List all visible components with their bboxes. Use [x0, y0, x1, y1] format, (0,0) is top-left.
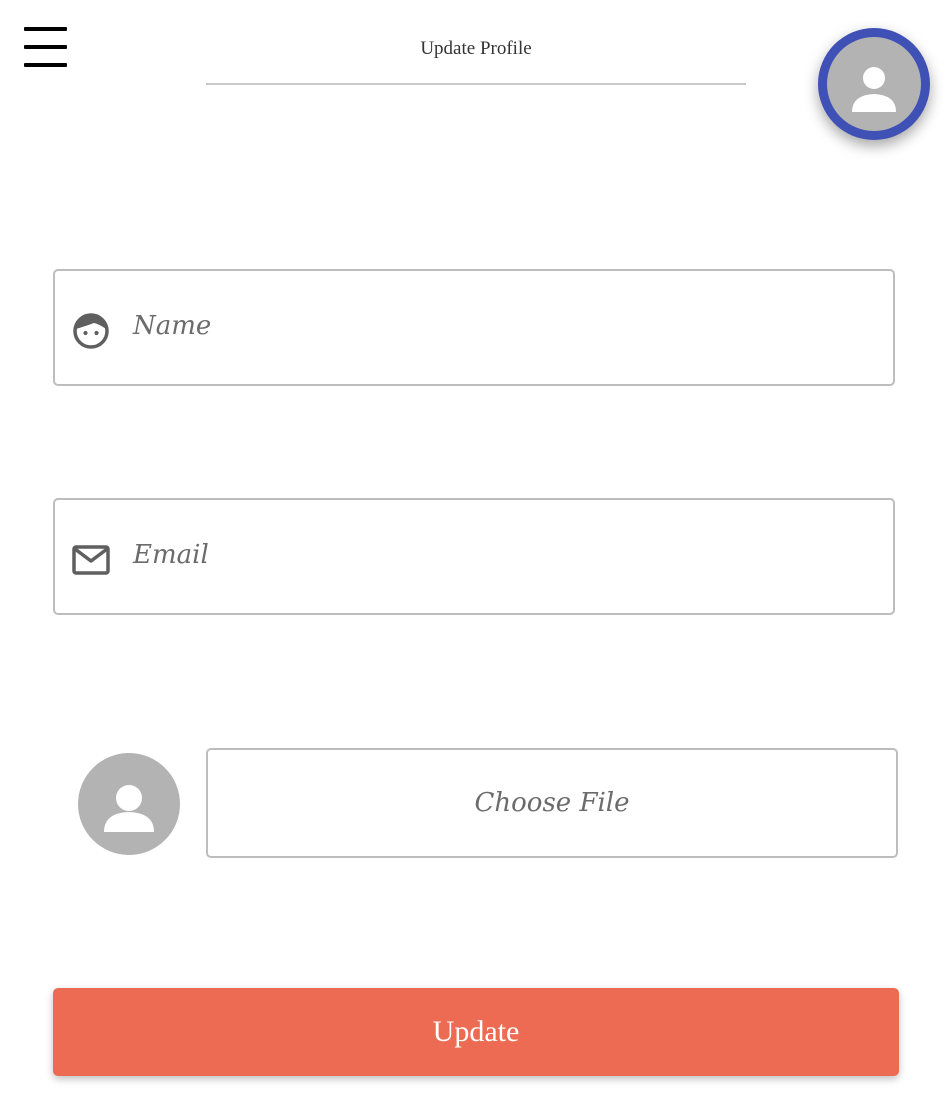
user-avatar-icon [104, 785, 154, 832]
email-field[interactable]: Email [53, 498, 895, 615]
choose-file-label: Choose File [474, 788, 630, 818]
update-profile-page: Update Profile Name Email Choose File Up… [0, 0, 952, 1094]
profile-avatar-button[interactable] [818, 28, 930, 140]
name-placeholder: Name [133, 311, 212, 341]
update-button-label: Update [432, 1015, 520, 1048]
update-button[interactable]: Update [53, 988, 899, 1076]
avatar-preview [78, 753, 180, 855]
page-title: Update Profile [420, 38, 532, 59]
name-field[interactable]: Name [53, 269, 895, 386]
user-avatar-icon [827, 37, 921, 131]
header-divider [206, 83, 746, 85]
hamburger-menu-icon[interactable] [24, 27, 68, 68]
choose-file-button[interactable]: Choose File [206, 748, 898, 858]
mail-icon [72, 541, 110, 579]
email-placeholder: Email [133, 540, 209, 570]
face-icon [72, 312, 110, 350]
